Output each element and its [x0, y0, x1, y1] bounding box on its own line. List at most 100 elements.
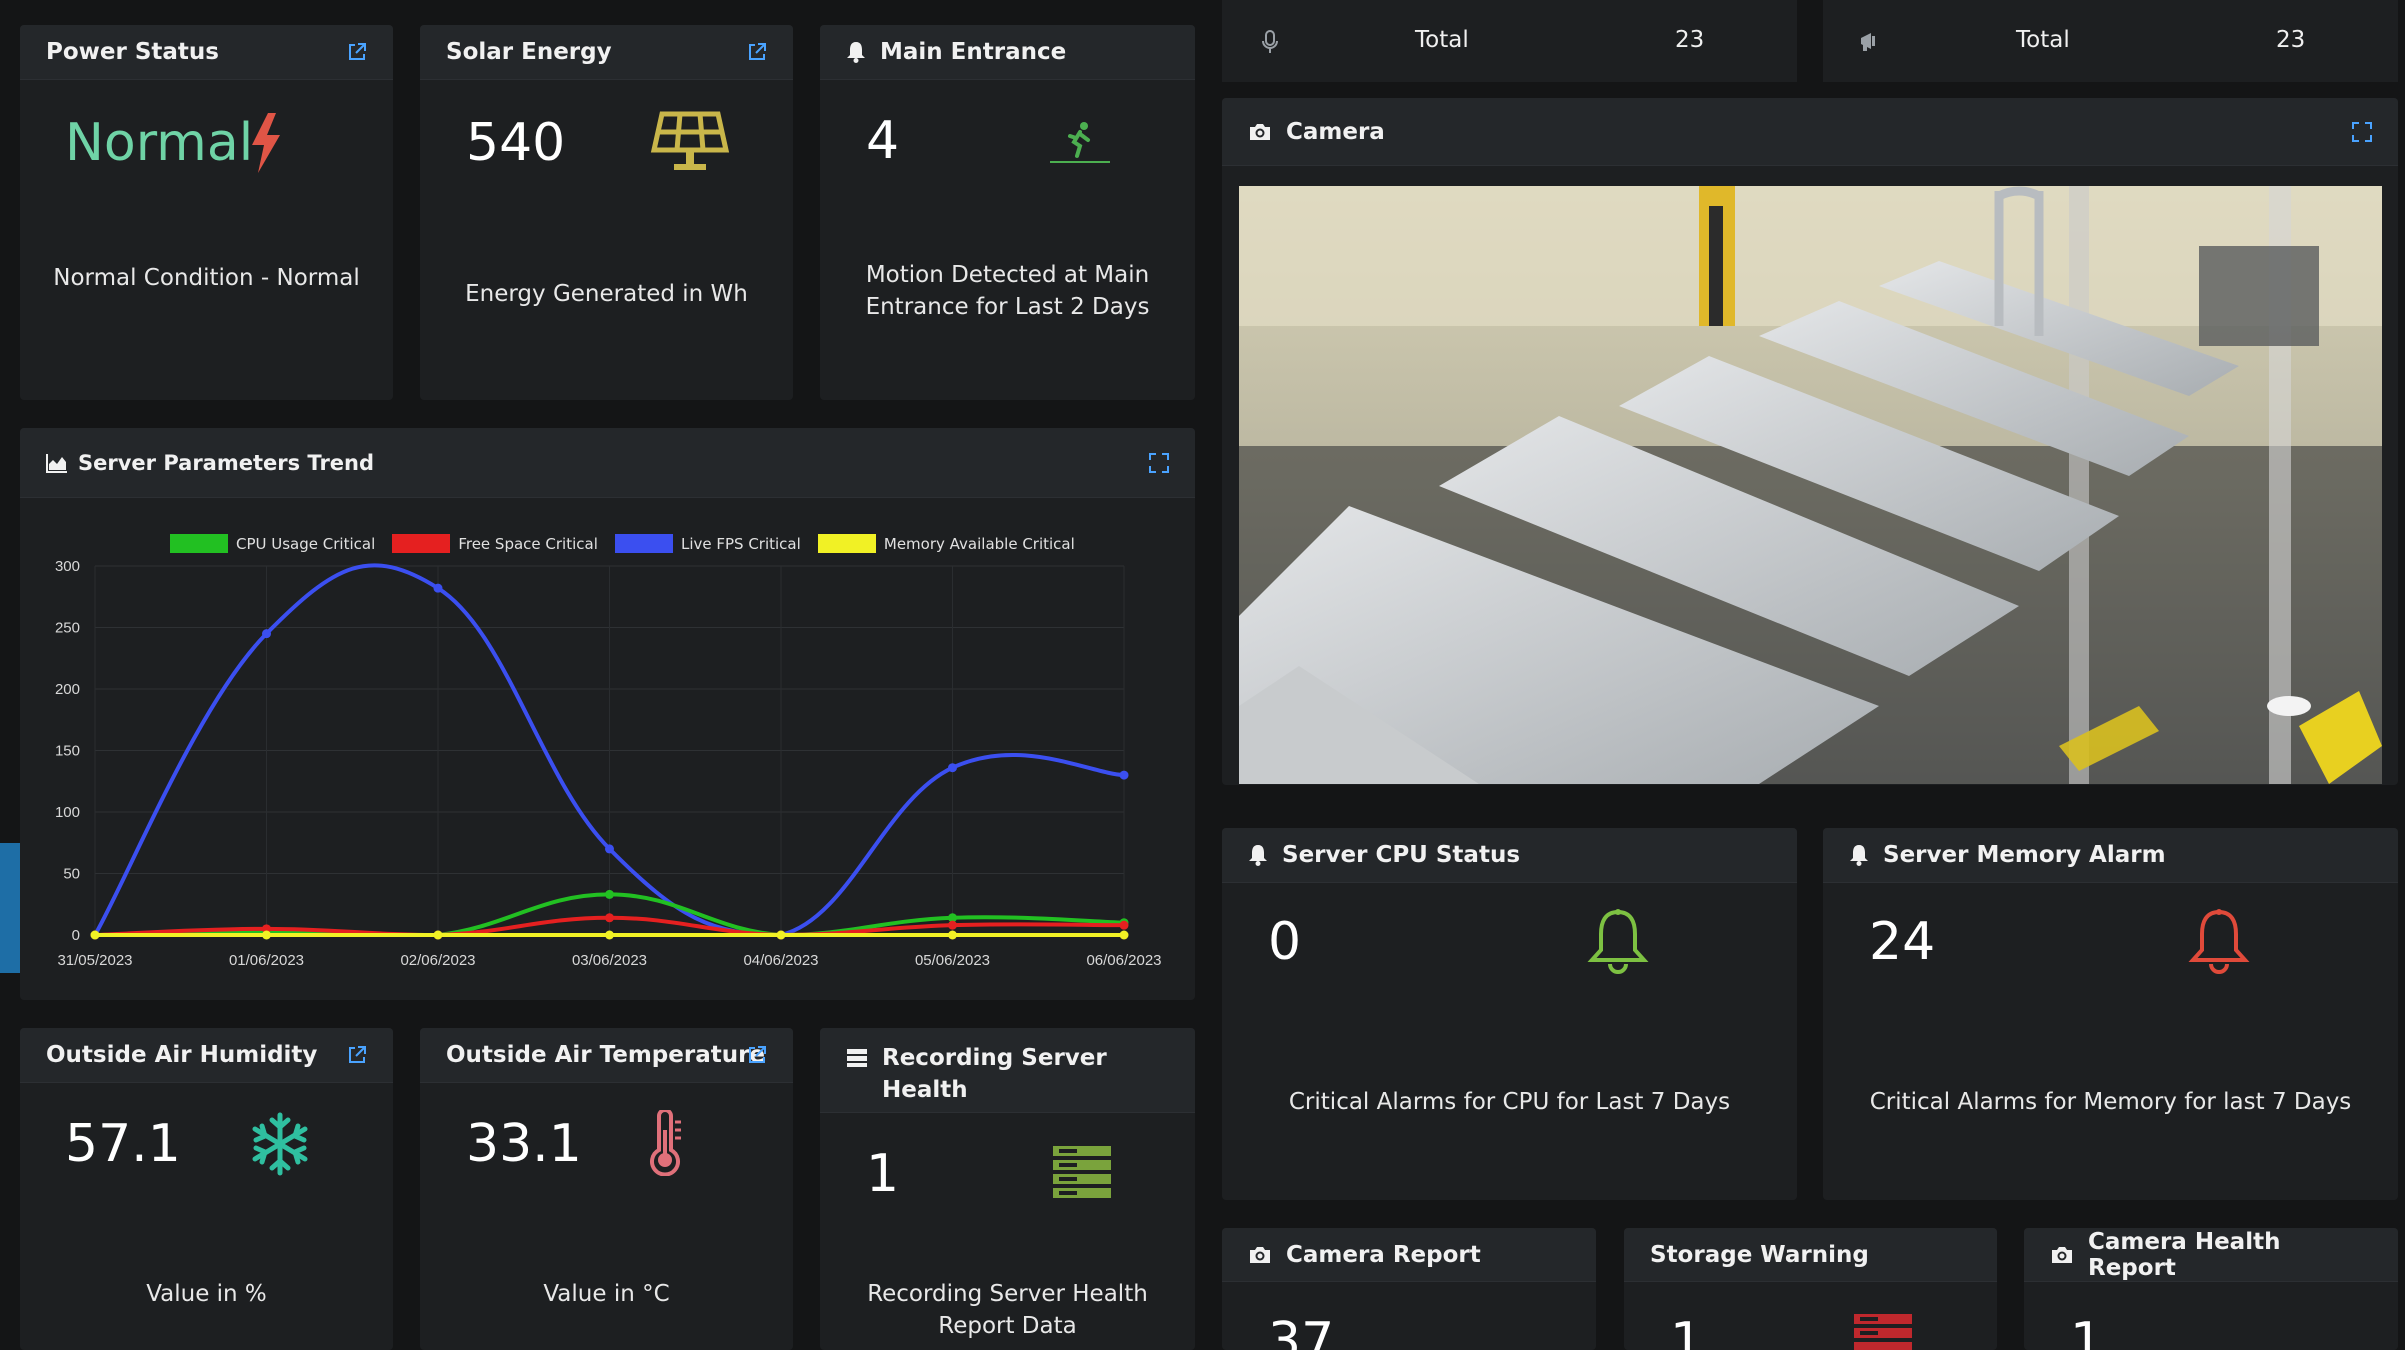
- x-tick-label: 04/06/2023: [743, 952, 818, 969]
- external-link-icon[interactable]: [747, 1045, 767, 1065]
- data-point: [605, 889, 614, 899]
- card-title: Solar Energy: [446, 39, 612, 65]
- solar-energy-description: Energy Generated in Wh: [465, 281, 748, 307]
- server-icon: [846, 1048, 868, 1068]
- total-value: 23: [1675, 27, 1705, 53]
- y-tick-label: 100: [55, 804, 80, 821]
- data-point: [262, 629, 271, 639]
- megaphone-icon: [1859, 30, 1883, 56]
- camera-report-card: Camera Report 37: [1222, 1228, 1596, 1350]
- data-point: [605, 913, 614, 923]
- external-link-icon[interactable]: [347, 42, 367, 62]
- thermometer-icon: [645, 1108, 685, 1180]
- camera-icon: [1248, 1245, 1272, 1265]
- humidity-value: 57.1: [65, 1114, 181, 1174]
- x-tick-label: 01/06/2023: [229, 952, 304, 969]
- server-memory-description: Critical Alarms for Memory for last 7 Da…: [1869, 1089, 2352, 1115]
- y-tick-label: 250: [55, 620, 80, 637]
- bell-icon: [1849, 844, 1869, 866]
- motion-person-icon: [1050, 120, 1110, 169]
- card-header: Storage Warning: [1624, 1228, 1997, 1282]
- storage-warning-card: Storage Warning 1: [1624, 1228, 1997, 1350]
- server-cpu-description: Critical Alarms for CPU for Last 7 Days: [1288, 1089, 1731, 1115]
- data-point: [605, 930, 614, 940]
- camera-card: Camera: [1222, 98, 2398, 785]
- y-tick-label: 150: [55, 743, 80, 760]
- data-point: [433, 583, 443, 593]
- outside-air-temperature-card: Outside Air Temperature 33.1 Value in °C: [420, 1028, 793, 1350]
- external-link-icon[interactable]: [747, 42, 767, 62]
- recording-description: Recording Server Health Report Data: [867, 1281, 1148, 1339]
- data-point: [605, 844, 614, 854]
- bell-icon: [2188, 908, 2250, 978]
- power-status-card: Power Status Normal Normal Condition - N…: [20, 25, 393, 400]
- data-point: [948, 930, 957, 940]
- server-memory-alarm-card: Server Memory Alarm 24 Critical Alarms f…: [1823, 828, 2398, 1200]
- card-title: Outside Air Humidity: [46, 1042, 318, 1068]
- data-point: [776, 930, 786, 940]
- data-point: [433, 930, 443, 940]
- card-header: Main Entrance: [820, 25, 1195, 80]
- card-header: Recording Server Health: [820, 1028, 1195, 1113]
- card-header: Camera Health Report: [2024, 1228, 2398, 1282]
- card-title: Main Entrance: [880, 39, 1067, 65]
- data-point: [1119, 920, 1129, 930]
- solar-panel-icon: [650, 110, 730, 176]
- card-title: Outside Air Temperature: [446, 1042, 766, 1068]
- total-label: Total: [2016, 27, 2070, 53]
- x-tick-label: 05/06/2023: [915, 952, 990, 969]
- main-entrance-description: Motion Detected at Main Entrance for Las…: [865, 262, 1150, 320]
- camera-icon: [2050, 1245, 2074, 1265]
- temperature-value: 33.1: [466, 1114, 582, 1174]
- side-panel-tab[interactable]: [0, 843, 20, 973]
- solar-energy-card: Solar Energy 540 Energy Generated in Wh: [420, 25, 793, 400]
- recording-server-health-card: Recording Server Health 1 Recording Serv…: [820, 1028, 1195, 1350]
- server-cpu-status-card: Server CPU Status 0 Critical Alarms for …: [1222, 828, 1797, 1200]
- camera-report-value: 37: [1268, 1312, 1335, 1350]
- card-header: Camera: [1222, 98, 2398, 166]
- x-tick-label: 03/06/2023: [572, 952, 647, 969]
- card-header: Outside Air Humidity: [20, 1028, 393, 1083]
- camera-feed-image[interactable]: [1239, 186, 2382, 784]
- x-tick-label: 06/06/2023: [1086, 952, 1161, 969]
- card-header: Power Status: [20, 25, 393, 80]
- y-tick-label: 200: [55, 681, 80, 698]
- card-title: Recording Server Health: [882, 1045, 1107, 1103]
- power-status-description: Normal Condition - Normal: [53, 265, 360, 291]
- card-title: Server Memory Alarm: [1883, 842, 2166, 868]
- server-stack-icon: [1053, 1146, 1111, 1202]
- camera-icon: [1248, 122, 1272, 142]
- humidity-description: Value in %: [146, 1281, 267, 1307]
- y-tick-label: 300: [55, 558, 80, 575]
- main-entrance-value: 4: [866, 111, 900, 171]
- card-title: Power Status: [46, 39, 219, 65]
- card-header: Outside Air Temperature: [420, 1028, 793, 1083]
- x-tick-label: 31/05/2023: [57, 952, 132, 969]
- bell-icon: [1587, 908, 1649, 978]
- line-chart: 0 50 100 150 200 250 300 31/05/2023 01/06/2023 02…: [55, 558, 1162, 969]
- power-status-value: Normal: [65, 113, 254, 173]
- fullscreen-icon[interactable]: [2352, 121, 2372, 142]
- data-point: [948, 920, 957, 930]
- x-tick-label: 02/06/2023: [400, 952, 475, 969]
- y-tick-label: 0: [72, 927, 80, 944]
- data-point: [1119, 770, 1129, 780]
- server-stack-icon: [1854, 1314, 1912, 1350]
- data-point: [1119, 930, 1129, 940]
- bell-icon: [1248, 844, 1268, 866]
- temperature-description: Value in °C: [543, 1281, 670, 1307]
- card-title: Storage Warning: [1650, 1241, 1869, 1268]
- solar-energy-value: 540: [466, 113, 566, 173]
- camera-health-report-card: Camera Health Report 1: [2024, 1228, 2398, 1350]
- external-link-icon[interactable]: [347, 1045, 367, 1065]
- data-point: [90, 930, 100, 940]
- server-memory-value: 24: [1869, 912, 1936, 972]
- microphone-icon: [1262, 30, 1278, 58]
- snowflake-icon: [248, 1112, 312, 1180]
- card-header: Camera Report: [1222, 1228, 1596, 1282]
- recording-value: 1: [866, 1144, 900, 1204]
- total-strip-left: Total 23: [1222, 0, 1797, 82]
- lightning-icon: [248, 113, 284, 177]
- card-header: Solar Energy: [420, 25, 793, 80]
- card-title: Server CPU Status: [1282, 842, 1521, 868]
